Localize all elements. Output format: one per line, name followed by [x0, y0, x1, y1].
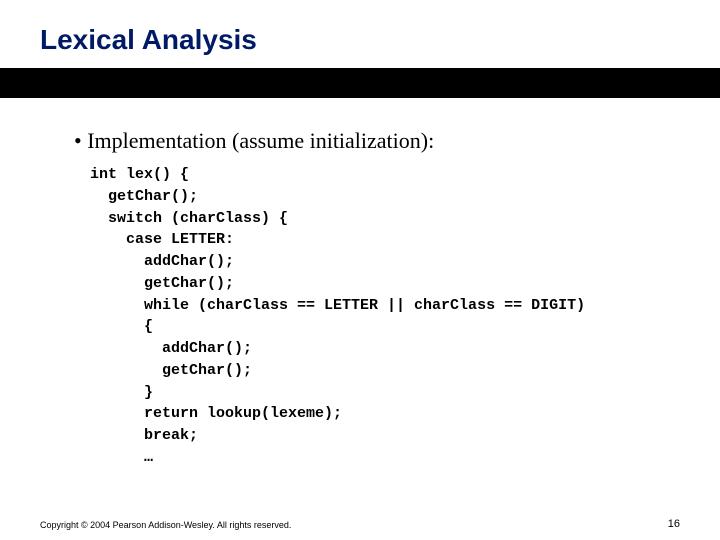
copyright-text: Copyright © 2004 Pearson Addison-Wesley.… [40, 520, 291, 530]
slide-body: Implementation (assume initialization): … [90, 128, 710, 469]
bullet-implementation: Implementation (assume initialization): [90, 128, 710, 154]
title-underline-bar [0, 68, 720, 98]
slide-footer: Copyright © 2004 Pearson Addison-Wesley.… [40, 518, 680, 530]
page-number: 16 [668, 518, 680, 530]
slide-title: Lexical Analysis [40, 24, 720, 56]
code-block: int lex() { getChar(); switch (charClass… [90, 164, 710, 469]
slide: Lexical Analysis Implementation (assume … [0, 0, 720, 540]
